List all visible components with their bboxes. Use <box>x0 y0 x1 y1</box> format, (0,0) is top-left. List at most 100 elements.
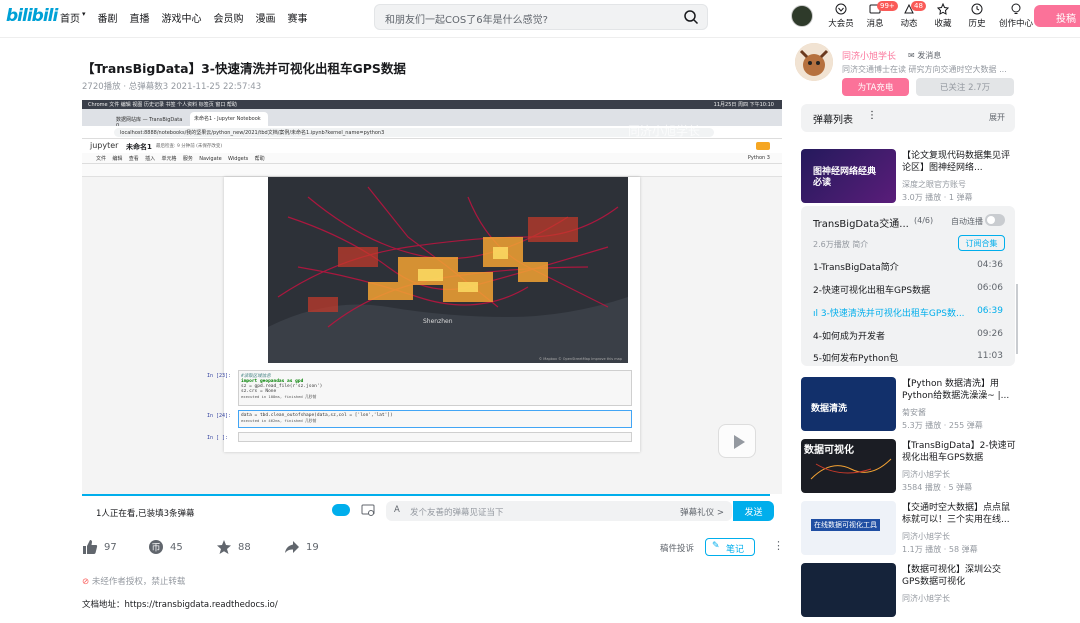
nav-creator[interactable]: 创作中心 <box>994 3 1038 29</box>
jupyter-header: jupyter 未命名1 最后检查: 9 分钟前 (未保存改变) <box>82 139 782 153</box>
danmaku-list-title: 弹幕列表 <box>813 115 853 126</box>
bilibili-logo[interactable]: bilibili <box>6 6 58 26</box>
subscribe-button[interactable]: 订阅合集 <box>958 235 1005 251</box>
star-icon <box>217 540 231 554</box>
episode-item[interactable]: 1-TransBigData简介 04:36 <box>813 260 1003 273</box>
chevron-down-icon: ▾ <box>82 10 86 18</box>
nav-anime[interactable]: 番剧 <box>98 10 118 25</box>
video-stats: 3584 播放 · 5 弹幕 <box>902 483 973 492</box>
video-author[interactable]: 同济小旭学长 <box>902 469 950 480</box>
danmaku-list-header[interactable]: 弹幕列表 ⋮ 展开 <box>801 104 1015 132</box>
recommend-item[interactable]: 在线数据可视化工具 【交通时空大数据】点点鼠标就可以！三个实用在线... 同济小… <box>801 501 1021 561</box>
python-logo-icon <box>756 142 770 150</box>
nav-game[interactable]: 游戏中心 <box>162 10 202 25</box>
autoplay-toggle[interactable] <box>985 214 1005 226</box>
autoplay-label: 自动连播 <box>951 217 983 226</box>
note-icon: ✎ <box>712 541 720 551</box>
recommend-item[interactable]: 数据清洗 【Python 数据清洗】用Python给数据洗澡澡~ |... 菊安… <box>801 377 1021 437</box>
video-player[interactable]: Chrome 文件 编辑 视图 历史记录 书签 个人资料 标签页 窗口 帮助 11… <box>82 100 782 494</box>
favorite-button[interactable]: 88 <box>216 539 251 555</box>
recommend-item[interactable]: 图神经网络经典必读 【论文复现代码数据集见评论区】图神经网络... 深度之眼官方… <box>801 149 1021 209</box>
uploader-name[interactable]: 同济小旭学长 <box>842 49 896 62</box>
collection-title[interactable]: TransBigData交通... <box>813 215 909 230</box>
video-author[interactable]: 同济小旭学长 <box>902 593 950 604</box>
collection-panel: TransBigData交通... (4/6) 自动连播 2.6万播放 简介 订… <box>801 206 1015 366</box>
search-icon[interactable] <box>683 9 699 25</box>
svg-text:币: 币 <box>151 543 160 554</box>
forbid-icon: ⊘ <box>82 577 90 587</box>
progress-bar[interactable] <box>82 494 770 496</box>
nav-esports[interactable]: 赛事 <box>288 10 308 25</box>
share-button[interactable]: 19 <box>284 539 319 555</box>
upload-button[interactable]: 投稿 <box>1034 5 1080 27</box>
nav-dynamic[interactable]: 48 动态 <box>892 1 926 29</box>
video-title[interactable]: 【交通时空大数据】点点鼠标就可以！三个实用在线... <box>902 502 1017 526</box>
video-author[interactable]: 菊安酱 <box>902 407 926 418</box>
danmaku-etiquette[interactable]: 弹幕礼仪 > <box>680 506 724 518</box>
video-title[interactable]: 【TransBigData】2-快速可视化出租车GPS数据 <box>902 440 1017 464</box>
gps-heatmap: Shenzhen © Mapbox © OpenStreetMap Improv… <box>268 177 628 363</box>
like-button[interactable]: 97 <box>82 539 117 555</box>
video-thumbnail[interactable]: 图神经网络经典必读 <box>801 149 896 203</box>
dynamic-badge: 48 <box>911 1 926 11</box>
search-input[interactable]: 和朋友们一起COS了6年是什么感觉? <box>385 11 548 26</box>
video-title[interactable]: 【数据可视化】深圳公交GPS数据可视化 <box>902 564 1017 588</box>
video-title[interactable]: 【Python 数据清洗】用Python给数据洗澡澡~ |... <box>902 378 1017 402</box>
send-message-link[interactable]: ✉ 发消息 <box>908 50 941 61</box>
follow-button[interactable]: 已关注 2.7万 <box>916 78 1014 96</box>
video-thumbnail[interactable] <box>801 563 896 617</box>
video-actions: 97 币 45 88 19 稿件投诉 ✎ 笔记 ⋮ <box>82 537 784 559</box>
scrollbar[interactable] <box>1016 284 1018 354</box>
uploader-avatar[interactable] <box>795 43 833 81</box>
episode-item[interactable]: 5-如何发布Python包 11:03 <box>813 351 1003 364</box>
code-cell-23[interactable]: In [23]: #读取区域信息 import geopandas as gpd… <box>207 370 632 406</box>
search-box[interactable]: 和朋友们一起COS了6年是什么感觉? <box>374 4 708 30</box>
video-author[interactable]: 深度之眼官方账号 <box>902 179 966 190</box>
map-attribution: © Mapbox © OpenStreetMap Improve this ma… <box>538 357 622 361</box>
nav-live[interactable]: 直播 <box>130 10 150 25</box>
expand-button[interactable]: 展开 <box>989 112 1005 123</box>
recommend-item[interactable]: 数据可视化 【TransBigData】2-快速可视化出租车GPS数据 同济小旭… <box>801 439 1021 499</box>
nav-history[interactable]: 历史 <box>960 3 994 29</box>
nav-vip[interactable]: 大会员 <box>824 3 858 29</box>
code-cell-24[interactable]: In [24]: data = tbd.clean_outofshape(dat… <box>207 410 632 428</box>
recommend-item[interactable]: 【数据可视化】深圳公交GPS数据可视化 同济小旭学长 <box>801 563 1021 623</box>
nav-manga[interactable]: 漫画 <box>256 10 276 25</box>
coin-button[interactable]: 币 45 <box>148 539 183 555</box>
episode-item[interactable]: 4-如何成为开发者 09:26 <box>813 329 1003 342</box>
report-link[interactable]: 稿件投诉 <box>660 542 694 554</box>
map-label: Shenzhen <box>423 318 453 325</box>
danmaku-input[interactable]: A 发个友善的弹幕见证当下 弹幕礼仪 > <box>386 501 732 521</box>
nav-favorite[interactable]: 收藏 <box>926 3 960 29</box>
uploader-desc: 同济交通博士在读 研究方向交通时空大数据 ... <box>842 65 1007 74</box>
more-icon[interactable]: ⋮ <box>773 539 784 552</box>
danmaku-bar: 1人正在看,已装填3条弹幕 A 发个友善的弹幕见证当下 弹幕礼仪 > 发送 <box>82 497 782 525</box>
mail-icon: ✉ <box>908 51 915 60</box>
video-title[interactable]: 【论文复现代码数据集见评论区】图神经网络... <box>902 150 1017 174</box>
video-thumbnail[interactable]: 数据可视化 <box>801 439 896 493</box>
danmaku-settings-icon[interactable] <box>361 503 375 517</box>
viewer-count: 1人正在看,已装填3条弹幕 <box>96 509 195 519</box>
play-button[interactable] <box>718 424 756 458</box>
episode-item[interactable]: 2-快速可视化出租车GPS数据 06:06 <box>813 283 1003 296</box>
charge-button[interactable]: 为TA充电 <box>842 78 909 96</box>
coin-icon: 币 <box>149 540 163 554</box>
play-icon <box>734 435 745 449</box>
nav-message[interactable]: 99+ 消息 <box>858 1 898 29</box>
more-vertical-icon[interactable]: ⋮ <box>867 110 877 121</box>
jupyter-logo: jupyter <box>90 141 119 150</box>
font-a-icon[interactable]: A <box>394 505 400 515</box>
nav-mall[interactable]: 会员购 <box>214 10 244 25</box>
notebook-title: 未命名1 <box>126 143 152 151</box>
share-icon <box>285 541 299 553</box>
video-thumbnail[interactable]: 数据清洗 <box>801 377 896 431</box>
episode-item-active[interactable]: ıl 3-快速清洗并可视化出租车GPS数... 06:39 <box>813 306 1003 319</box>
user-avatar[interactable] <box>791 5 813 27</box>
note-button[interactable]: ✎ 笔记 <box>705 538 755 556</box>
danmaku-toggle[interactable] <box>332 504 350 516</box>
code-cell-empty[interactable]: In [ ]: <box>207 432 632 442</box>
send-button[interactable]: 发送 <box>733 501 774 521</box>
video-thumbnail[interactable]: 在线数据可视化工具 <box>801 501 896 555</box>
nav-home[interactable]: 首页 <box>60 10 80 25</box>
video-author[interactable]: 同济小旭学长 <box>902 531 950 542</box>
